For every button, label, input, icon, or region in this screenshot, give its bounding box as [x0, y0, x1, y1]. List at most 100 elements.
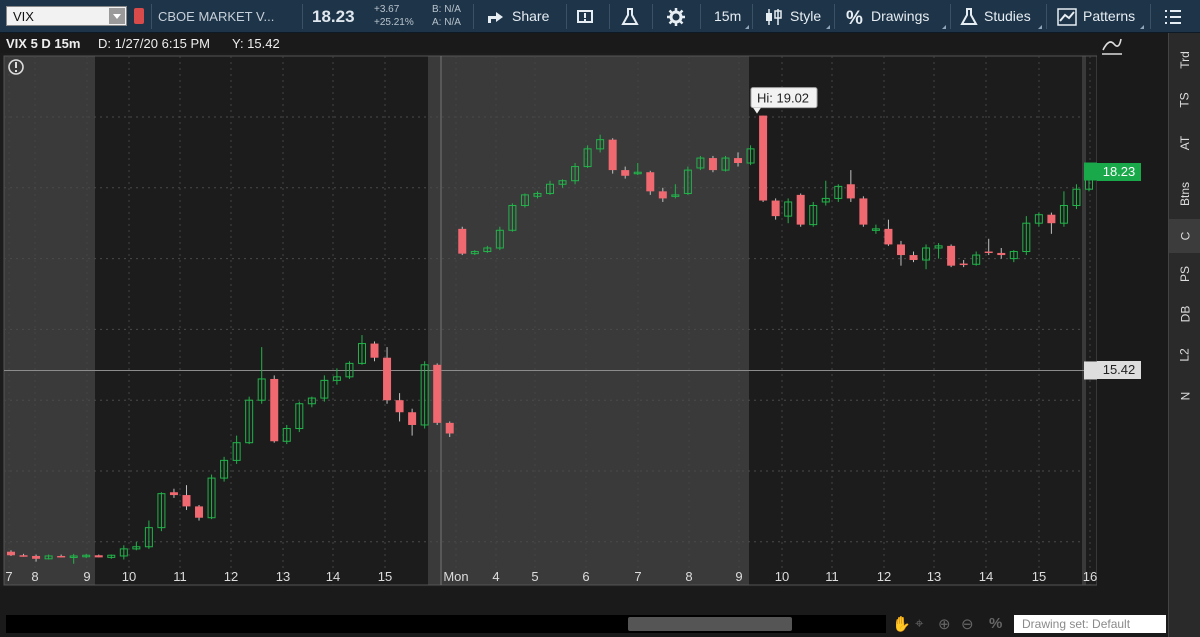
crosshair-price-badge: 15.42 [1097, 361, 1141, 380]
x-tick-label: 9 [735, 569, 742, 584]
candle-body [984, 251, 993, 254]
extended-hours-shading [1082, 56, 1086, 585]
divider [473, 4, 474, 29]
side-tab-label: Trd [1178, 51, 1192, 69]
candle-body [997, 252, 1006, 256]
candle-body [646, 172, 655, 192]
share-button[interactable]: Share [486, 0, 549, 33]
x-tick-label: 15 [1032, 569, 1046, 584]
zoom-in-icon[interactable]: ⊕ [938, 615, 951, 633]
x-tick-label: 14 [979, 569, 993, 584]
symbol-text: VIX [13, 9, 34, 24]
side-tab-l2[interactable]: L2 [1169, 335, 1200, 375]
side-tab-c[interactable]: C [1169, 219, 1200, 253]
alert-icon [577, 10, 593, 24]
side-tab-ts[interactable]: TS [1169, 81, 1200, 119]
side-tab-btns[interactable]: Btns [1169, 171, 1200, 217]
percent-scale-icon[interactable]: % [989, 615, 1002, 632]
symbol-dropdown-icon[interactable] [109, 8, 125, 24]
settings-button[interactable] [666, 0, 692, 33]
candle-body [771, 200, 780, 217]
chart-toolbar: VIX CBOE MARKET V... 18.23 +3.67 +25.21%… [0, 0, 1200, 33]
zoom-out-icon[interactable]: ⊖ [961, 615, 974, 633]
crosshair-badge-stub [1084, 361, 1097, 380]
side-tab-label: DB [1177, 305, 1192, 323]
symbol-input[interactable]: VIX [6, 6, 127, 26]
percent-icon: % [846, 8, 863, 29]
info-icon-mark [15, 62, 17, 68]
crosshair-date: D: 1/27/20 6:15 PM [98, 36, 211, 51]
last-price: 18.23 [312, 7, 355, 26]
style-button[interactable]: Style [764, 0, 821, 33]
drawing-set-select[interactable]: Drawing set: Default [1014, 615, 1166, 633]
divider [652, 4, 653, 29]
scrollbar-thumb[interactable] [628, 617, 792, 631]
candle-body [947, 245, 956, 266]
bid-value: B: N/A [432, 4, 461, 15]
svg-text:%: % [846, 8, 863, 26]
candle-body [796, 194, 805, 225]
x-tick-label: 12 [877, 569, 891, 584]
divider [609, 4, 610, 29]
candle-body [57, 555, 66, 558]
timeframe-button[interactable]: 15m [714, 0, 741, 33]
alert-flag-icon[interactable] [134, 8, 144, 24]
x-tick-label: 14 [326, 569, 340, 584]
candle-body [445, 422, 454, 434]
flask-button[interactable] [621, 0, 645, 33]
menu-button[interactable] [1164, 0, 1188, 33]
side-tab-at[interactable]: AT [1169, 123, 1200, 163]
candle-body [395, 400, 404, 413]
candle-body [884, 228, 893, 245]
dropdown-corner-icon [745, 25, 749, 29]
candle-body [270, 378, 279, 442]
candle-body [621, 170, 630, 176]
chart-title: VIX 5 D 15m [6, 36, 81, 51]
candle-body [859, 198, 868, 225]
x-tick-label: 5 [531, 569, 538, 584]
alert-button[interactable] [576, 0, 602, 33]
share-label: Share [512, 8, 550, 24]
gear-icon [667, 8, 685, 27]
side-tab-label: N [1177, 391, 1192, 401]
x-tick-label: 10 [122, 569, 136, 584]
side-tab-n[interactable]: N [1169, 379, 1200, 413]
candle-body [909, 255, 918, 261]
candle-body [734, 158, 743, 164]
candle-body [1047, 214, 1056, 224]
last-price-badge-stub [1084, 162, 1097, 181]
list-menu-icon [1165, 10, 1181, 25]
chart-scrollbar[interactable] [6, 615, 886, 633]
side-tab-db[interactable]: DB [1169, 295, 1200, 333]
dropdown-corner-icon [942, 25, 946, 29]
candle-body [708, 158, 717, 171]
divider [302, 4, 303, 29]
crosshair-icon[interactable]: ⌖ [915, 615, 923, 632]
x-tick-label: 8 [31, 569, 38, 584]
studies-button[interactable]: Studies [960, 0, 1031, 33]
patterns-button[interactable]: Patterns [1057, 0, 1135, 33]
x-tick-label: 16 [1083, 569, 1097, 584]
divider [700, 4, 701, 29]
ask-value: A: N/A [432, 17, 461, 28]
candlestick-icon [766, 9, 782, 26]
side-tab-ps[interactable]: PS [1169, 255, 1200, 293]
side-tab-label: L2 [1177, 348, 1192, 362]
drawings-button[interactable]: % Drawings [845, 0, 929, 33]
price-chart[interactable]: 13141516171819789101112131415Mon45678910… [0, 53, 1097, 587]
info-icon-mark [15, 70, 17, 72]
dropdown-corner-icon [1038, 25, 1042, 29]
side-tab-label: PS [1177, 265, 1192, 283]
candle-body [94, 555, 103, 558]
style-label: Style [790, 8, 822, 24]
candle-body [7, 551, 15, 556]
candle-body [19, 555, 28, 557]
extended-hours-shading [4, 56, 95, 585]
side-tab-trd[interactable]: Trd [1169, 41, 1200, 79]
side-tab-label: C [1177, 231, 1192, 241]
style-toggle-icon[interactable] [1100, 36, 1124, 61]
pan-icon[interactable]: ✋ [892, 615, 911, 633]
candle-body [896, 244, 905, 256]
flask-icon [960, 8, 978, 26]
dropdown-corner-icon [1140, 25, 1144, 29]
